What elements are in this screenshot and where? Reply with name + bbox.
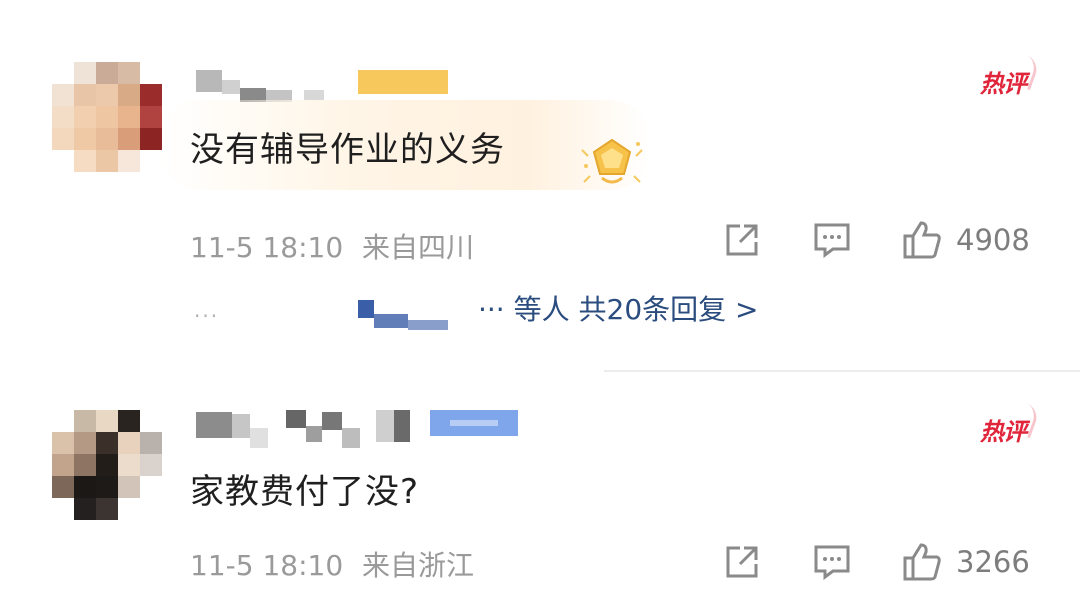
reply-button[interactable] bbox=[812, 220, 852, 260]
comment-item: 热评 家教费付了没? 11-5 18:10 来自浙江 3266 bbox=[0, 372, 1080, 614]
like-button[interactable]: 3266 bbox=[902, 542, 1052, 582]
share-icon bbox=[726, 224, 758, 256]
like-count: 3266 bbox=[956, 545, 1030, 579]
share-button[interactable] bbox=[722, 542, 762, 582]
like-thumb-icon bbox=[903, 221, 941, 259]
reply-summary-link[interactable]: ··· 等人 共20条回复 > bbox=[358, 294, 848, 342]
like-thumb-icon bbox=[903, 543, 941, 581]
share-button[interactable] bbox=[722, 220, 762, 260]
comment-location: 来自浙江 bbox=[362, 549, 475, 582]
reply-summary-text: ··· 等人 共20条回复 > bbox=[478, 294, 759, 326]
more-dots[interactable]: ··· bbox=[194, 304, 219, 328]
reply-icon bbox=[814, 545, 850, 580]
avatar[interactable] bbox=[52, 410, 162, 520]
username-pixelated[interactable] bbox=[196, 410, 536, 450]
comment-item: 热评 没有辅导作业的义务 11-5 18:10 来自四川 4908 ··· ··… bbox=[0, 0, 1080, 372]
hot-comment-badge: 热评 bbox=[980, 53, 1041, 99]
comment-meta: 11-5 18:10 来自四川 bbox=[190, 226, 484, 266]
comment-time: 11-5 18:10 bbox=[190, 231, 344, 264]
reply-button[interactable] bbox=[812, 542, 852, 582]
comment-text: 没有辅导作业的义务 bbox=[190, 130, 505, 170]
comment-meta: 11-5 18:10 来自浙江 bbox=[190, 544, 484, 584]
like-count: 4908 bbox=[956, 223, 1030, 257]
avatar[interactable] bbox=[52, 62, 162, 172]
reply-icon bbox=[814, 223, 850, 258]
comment-time: 11-5 18:10 bbox=[190, 549, 344, 582]
comment-location: 来自四川 bbox=[362, 231, 475, 264]
share-icon bbox=[726, 546, 758, 578]
hot-comment-badge: 热评 bbox=[980, 401, 1041, 447]
username-pixelated[interactable] bbox=[196, 62, 476, 102]
medal-badge-icon bbox=[581, 138, 643, 184]
comment-text: 家教费付了没? bbox=[190, 472, 420, 512]
like-button[interactable]: 4908 bbox=[902, 220, 1052, 260]
